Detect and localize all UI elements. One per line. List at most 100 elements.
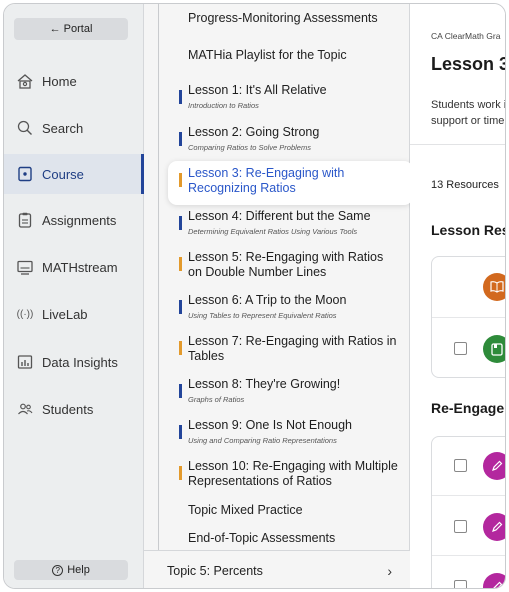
table-row[interactable]	[432, 437, 505, 495]
sidebar-item-label: Search	[42, 120, 84, 136]
home-icon	[14, 70, 36, 92]
lesson-subtitle: Using and Comparing Ratio Representation…	[188, 436, 337, 445]
re-engagement-heading: Re-Engagem	[431, 400, 505, 416]
book-icon	[483, 273, 505, 301]
app-window: ← Portal Home Search Course Assignments …	[3, 3, 506, 589]
lesson-marker	[179, 132, 182, 146]
lesson-item[interactable]: Lesson 5: Re-Engaging with Ratios on Dou…	[179, 250, 398, 280]
sidebar-item-data-insights[interactable]: Data Insights	[4, 342, 143, 382]
sidebar-item-label: Course	[42, 166, 84, 182]
re-engaging-marker	[179, 466, 182, 480]
sidebar-item-mathstream[interactable]: MATHstream	[4, 247, 143, 287]
pencil-icon	[483, 573, 505, 588]
lesson-marker	[179, 384, 182, 398]
description-line: support or time	[431, 115, 505, 127]
lesson-title: Lesson 2: Going Strong	[188, 125, 320, 139]
breadcrumb[interactable]: CA ClearMath Gra	[431, 31, 500, 41]
chevron-right-icon: ›	[387, 562, 392, 579]
sidebar-item-assignments[interactable]: Assignments	[4, 200, 143, 240]
pencil-icon	[483, 452, 505, 480]
mathia-playlist-link[interactable]: MATHia Playlist for the Topic	[188, 48, 347, 62]
sidebar-item-label: LiveLab	[42, 306, 88, 322]
row-checkbox[interactable]	[454, 520, 467, 533]
left-sidebar: ← Portal Home Search Course Assignments …	[4, 4, 144, 588]
re-engagement-table	[431, 436, 505, 588]
sidebar-item-home[interactable]: Home	[4, 61, 143, 101]
re-engaging-marker	[179, 341, 182, 355]
lesson-description: Students work i support or time	[431, 97, 506, 129]
lesson-title: Lesson 9: One Is Not Enough	[188, 418, 352, 432]
help-icon: ?	[52, 564, 64, 576]
lesson-title: Lesson 6: A Trip to the Moon	[188, 293, 347, 307]
tree-guide-line	[158, 4, 159, 550]
help-button[interactable]: ? Help	[14, 560, 128, 580]
next-topic-row[interactable]: Topic 5: Percents ›	[144, 550, 410, 588]
lesson-item[interactable]: Lesson 10: Re-Engaging with Multiple Rep…	[179, 459, 398, 489]
lesson-title: Lesson 7: Re-Engaging with Ratios in Tab…	[188, 334, 397, 363]
re-engaging-marker	[179, 257, 182, 271]
students-icon	[14, 398, 36, 420]
search-icon	[14, 117, 36, 139]
end-of-topic-assessments-link[interactable]: End-of-Topic Assessments	[188, 531, 335, 545]
pencil-icon	[483, 513, 505, 541]
lesson-item[interactable]: Lesson 7: Re-Engaging with Ratios in Tab…	[179, 334, 398, 364]
lesson-title: Lesson 10: Re-Engaging with Multiple Rep…	[188, 459, 398, 488]
lesson-resources-table	[431, 256, 505, 378]
data-insights-icon	[14, 351, 36, 373]
topic-mixed-practice-link[interactable]: Topic Mixed Practice	[188, 503, 303, 517]
mathstream-icon	[14, 256, 36, 278]
lesson-item[interactable]: Lesson 6: A Trip to the Moon Using Table…	[179, 293, 398, 320]
lesson-marker	[179, 90, 182, 104]
page-title: Lesson 3:	[431, 54, 505, 74]
next-topic-label: Topic 5: Percents	[167, 563, 263, 578]
lesson-subtitle: Using Tables to Represent Equivalent Rat…	[188, 311, 337, 320]
table-row[interactable]	[432, 257, 505, 317]
lesson-subtitle: Comparing Ratios to Solve Problems	[188, 143, 311, 152]
sidebar-item-students[interactable]: Students	[4, 389, 143, 429]
lesson-subtitle: Determining Equivalent Ratios Using Vari…	[188, 227, 358, 236]
topic-lesson-panel: Progress-Monitoring Assessments MATHia P…	[144, 4, 413, 588]
lesson-item[interactable]: Lesson 4: Different but the Same Determi…	[179, 209, 398, 236]
re-engaging-marker	[179, 173, 182, 187]
lesson-title: Lesson 1: It's All Relative	[188, 83, 327, 97]
lesson-marker	[179, 216, 182, 230]
course-icon	[14, 163, 36, 185]
portal-button[interactable]: ← Portal	[14, 18, 128, 40]
assignments-icon	[14, 209, 36, 231]
sidebar-item-label: Students	[42, 401, 94, 417]
table-row[interactable]	[432, 495, 505, 555]
livelab-icon: ((·))	[16, 308, 34, 320]
sidebar-item-label: Data Insights	[42, 354, 118, 370]
lesson-marker	[179, 425, 182, 439]
sidebar-item-label: Assignments	[42, 212, 117, 228]
lesson-item-selected[interactable]: Lesson 3: Re-Engaging with Recognizing R…	[179, 166, 398, 196]
document-icon	[483, 335, 505, 363]
lesson-title: Lesson 4: Different but the Same	[188, 209, 371, 223]
lesson-item[interactable]: Lesson 9: One Is Not Enough Using and Co…	[179, 418, 398, 445]
row-checkbox[interactable]	[454, 459, 467, 472]
table-row[interactable]	[432, 555, 505, 588]
progress-monitoring-link[interactable]: Progress-Monitoring Assessments	[188, 11, 378, 25]
lesson-marker	[179, 300, 182, 314]
lesson-detail-pane: CA ClearMath Gra Lesson 3: Students work…	[410, 4, 506, 588]
sidebar-item-search[interactable]: Search	[4, 108, 143, 148]
sidebar-item-label: Home	[42, 73, 77, 89]
description-line: Students work i	[431, 99, 506, 111]
row-checkbox[interactable]	[454, 580, 467, 588]
help-label: Help	[67, 564, 90, 576]
sidebar-item-livelab[interactable]: ((·)) LiveLab	[4, 294, 143, 334]
lesson-title: Lesson 5: Re-Engaging with Ratios on Dou…	[188, 250, 384, 279]
sidebar-item-course[interactable]: Course	[4, 154, 144, 194]
lesson-title: Lesson 3: Re-Engaging with Recognizing R…	[188, 166, 345, 195]
table-row[interactable]	[432, 317, 505, 377]
lesson-resources-heading: Lesson Res	[431, 222, 506, 238]
lesson-item[interactable]: Lesson 2: Going Strong Comparing Ratios …	[179, 125, 398, 152]
lesson-title: Lesson 8: They're Growing!	[188, 377, 341, 391]
lesson-subtitle: Graphs of Ratios	[188, 395, 245, 404]
lesson-item[interactable]: Lesson 8: They're Growing! Graphs of Rat…	[179, 377, 398, 404]
row-checkbox[interactable]	[454, 342, 467, 355]
divider	[410, 144, 505, 145]
lesson-item[interactable]: Lesson 1: It's All Relative Introduction…	[179, 83, 398, 110]
lesson-subtitle: Introduction to Ratios	[188, 101, 259, 110]
resources-count: 13 Resources	[431, 179, 499, 191]
